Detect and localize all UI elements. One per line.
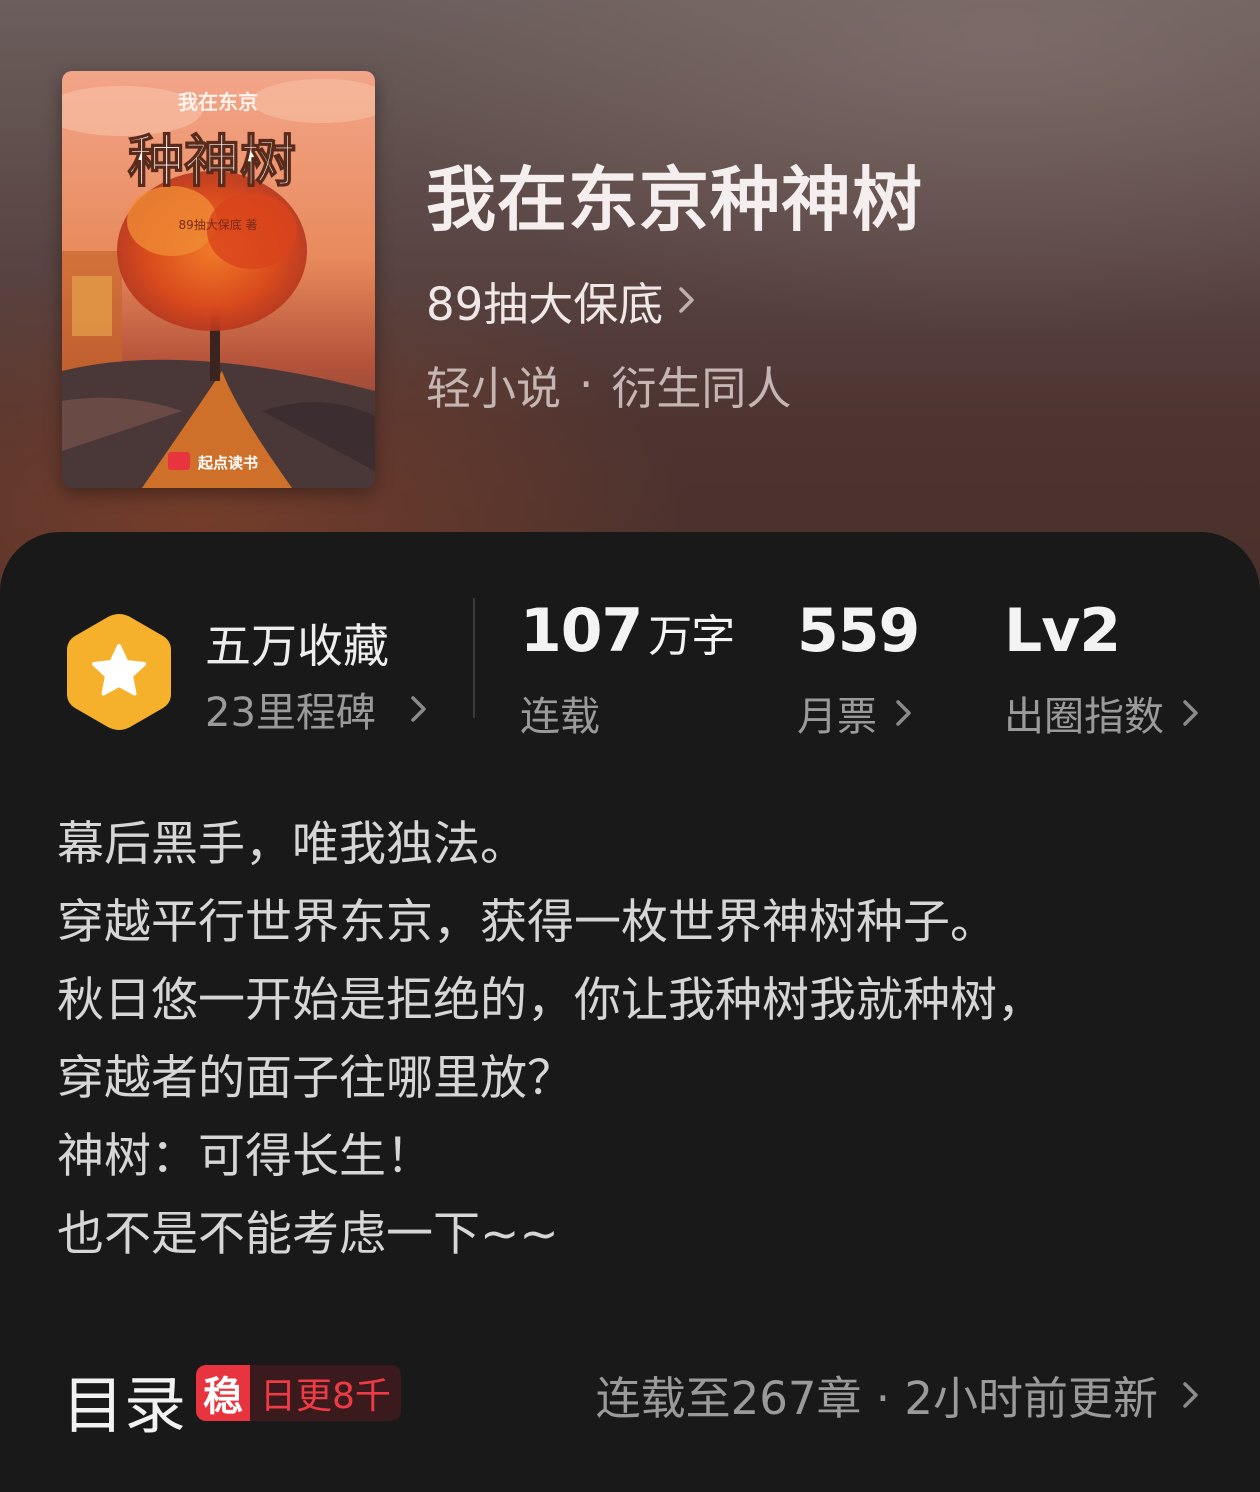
update-frequency-text: 日更8千	[260, 1376, 391, 1417]
book-title: 我在东京种神树	[426, 158, 923, 241]
synopsis-line: 秋日悠一开始是拒绝的，你让我种树我就种树，	[57, 973, 1044, 1028]
serial-status-label: 连载	[520, 694, 600, 740]
monthly-ticket-link[interactable]: 月票	[797, 684, 913, 742]
monthly-ticket-label: 月票	[797, 694, 877, 740]
synopsis-line: 也不是不能考虑一下~~	[57, 1207, 559, 1262]
synopsis-line: 幕后黑手，唯我独法。	[57, 817, 527, 872]
popularity-index-label: 出圈指数	[1004, 694, 1164, 740]
book-cover[interactable]: 我在东京 种神树 89抽大保底 著 起点读书	[62, 71, 375, 488]
popularity-level: Lv2	[1004, 596, 1121, 666]
synopsis-line: 穿越平行世界东京，获得一枚世界神树种子。	[57, 895, 997, 950]
chevron-right-icon	[679, 287, 695, 313]
author-name: 89抽大保底	[426, 277, 664, 331]
stats-divider	[473, 598, 475, 718]
author-link[interactable]: 89抽大保底	[426, 272, 697, 331]
toc-status-link[interactable]: 连载至267章 · 2小时前更新	[596, 1362, 1200, 1427]
book-synopsis[interactable]: 幕后黑手，唯我独法。 穿越平行世界东京，获得一枚世界神树种子。 秋日悠一开始是拒…	[57, 806, 1207, 1274]
chapter-update-status: 连载至267章 · 2小时前更新	[595, 1372, 1158, 1425]
star-badge-icon	[67, 614, 171, 730]
chevron-right-icon	[1183, 1381, 1198, 1408]
chevron-right-icon	[411, 696, 426, 722]
book-header: 我在东京 种神树 89抽大保底 著 起点读书 我在东京种神树 89抽大保底 轻小…	[0, 0, 1260, 600]
popularity-index-link[interactable]: 出圈指数	[1004, 684, 1200, 742]
milestones-link[interactable]: 23里程碑	[205, 680, 428, 738]
genre-label: 轻小说	[426, 362, 562, 415]
favorites-count[interactable]: 五万收藏	[205, 610, 389, 676]
milestones-label: 23里程碑	[205, 690, 376, 736]
chevron-right-icon	[1183, 700, 1198, 726]
subgenre-label: 衍生同人	[611, 362, 792, 415]
chevron-right-icon	[896, 700, 911, 726]
monthly-ticket-count: 559	[797, 596, 920, 666]
synopsis-line: 穿越者的面子往哪里放？	[57, 1051, 574, 1106]
toc-title[interactable]: 目录	[62, 1355, 186, 1445]
cover-small-title: 我在东京	[178, 90, 258, 114]
book-category: 轻小说 · 衍生同人	[426, 352, 791, 417]
synopsis-line: 神树：可得长生！	[57, 1129, 433, 1184]
cover-author: 89抽大保底 著	[178, 217, 257, 232]
category-separator: ·	[579, 358, 594, 411]
word-count: 107 万字	[520, 596, 735, 666]
cover-publisher: 起点读书	[197, 454, 258, 472]
stable-stamp: 稳	[196, 1365, 250, 1421]
update-frequency-tag: 稳 日更8千	[196, 1365, 401, 1421]
cover-big-title: 种神树	[128, 129, 296, 195]
